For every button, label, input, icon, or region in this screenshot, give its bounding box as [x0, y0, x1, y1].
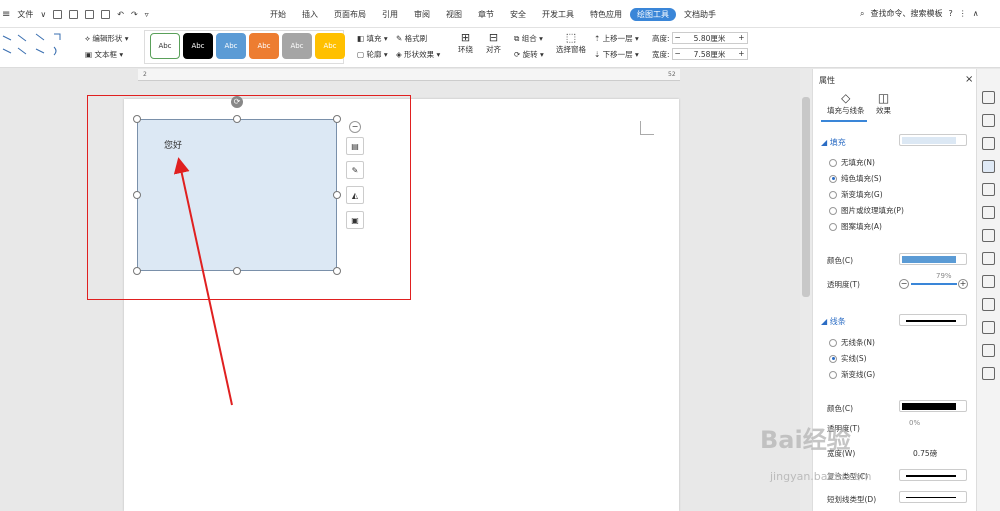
- archive-icon[interactable]: [982, 275, 995, 288]
- transparency-label: 透明度(T): [827, 280, 860, 289]
- edit-icon[interactable]: [982, 91, 995, 104]
- compound-dropdown[interactable]: [899, 469, 967, 481]
- line-color-swatch: [902, 403, 956, 410]
- radio-icon[interactable]: [829, 158, 837, 167]
- radio-icon[interactable]: [829, 206, 837, 215]
- plus-circle-icon[interactable]: +: [958, 279, 968, 289]
- star-icon[interactable]: [982, 206, 995, 219]
- tab-fill-line[interactable]: ◇ 填充与线条: [827, 91, 865, 116]
- minus-circle-icon[interactable]: −: [899, 279, 909, 289]
- line-option[interactable]: 渐变线(G): [829, 369, 875, 380]
- shape-style-preset[interactable]: Abc: [183, 33, 213, 59]
- line-style-dropdown[interactable]: [899, 314, 967, 326]
- dash-dropdown[interactable]: [899, 491, 967, 503]
- resize-handle[interactable]: [133, 191, 141, 199]
- close-icon[interactable]: ×: [965, 74, 973, 85]
- fill-color-swatch: [902, 137, 956, 144]
- image-icon[interactable]: [982, 298, 995, 311]
- active-tab-underline: [821, 120, 867, 122]
- radio-icon[interactable]: [829, 222, 837, 231]
- radio-icon[interactable]: [829, 338, 837, 347]
- settings-icon[interactable]: [982, 160, 995, 173]
- transparency-slider[interactable]: [911, 283, 957, 285]
- shape-style-preset[interactable]: Abc: [315, 33, 345, 59]
- resize-handle[interactable]: [333, 191, 341, 199]
- tab-effect[interactable]: ◫ 效果: [876, 91, 891, 116]
- color-swatch: [902, 256, 956, 263]
- shapes-icon[interactable]: [982, 137, 995, 150]
- resize-handle[interactable]: [233, 115, 241, 123]
- panel-title: 属性: [819, 76, 835, 85]
- shape-style-preset[interactable]: Abc: [150, 33, 180, 59]
- fill-option[interactable]: 渐变填充(G): [829, 189, 883, 200]
- history-icon[interactable]: [982, 344, 995, 357]
- shield-icon[interactable]: [982, 321, 995, 334]
- dash-label: 短划线类型(D): [827, 495, 877, 504]
- line-option[interactable]: 实线(S): [829, 353, 867, 364]
- color-label: 颜色(C): [827, 256, 854, 265]
- line-section-header[interactable]: ◢ 线条: [821, 316, 846, 327]
- resize-handle[interactable]: [133, 115, 141, 123]
- radio-icon[interactable]: [829, 354, 837, 363]
- color-dropdown[interactable]: [899, 253, 967, 265]
- share-icon[interactable]: [982, 229, 995, 242]
- resize-handle[interactable]: [133, 267, 141, 275]
- fill-color-dropdown[interactable]: [899, 134, 967, 146]
- resize-handle[interactable]: [333, 267, 341, 275]
- line-color-label: 颜色(C): [827, 404, 854, 413]
- transparency-value: 79%: [936, 272, 952, 280]
- fill-option[interactable]: 图案填充(A): [829, 221, 882, 232]
- clipboard-icon[interactable]: [982, 183, 995, 196]
- resize-handle[interactable]: [333, 115, 341, 123]
- scroll-thumb[interactable]: [802, 97, 810, 297]
- radio-icon[interactable]: [829, 174, 837, 183]
- resize-handle[interactable]: [233, 267, 241, 275]
- watermark-logo: Bai经验: [760, 426, 851, 454]
- radio-icon[interactable]: [829, 370, 837, 379]
- fill-option[interactable]: 纯色填充(S): [829, 173, 882, 184]
- grid-icon[interactable]: [982, 252, 995, 265]
- watermark-url: jingyan.baidu.com: [770, 470, 872, 483]
- fill-section-header[interactable]: ◢ 填充: [821, 137, 846, 148]
- line-width-value[interactable]: 0.75磅: [913, 448, 937, 459]
- line-option[interactable]: 无线条(N): [829, 337, 875, 348]
- shape-style-preset[interactable]: Abc: [249, 33, 279, 59]
- line-color-dropdown[interactable]: [899, 400, 967, 412]
- shape-style-preset[interactable]: Abc: [216, 33, 246, 59]
- fill-option[interactable]: 图片或纹理填充(P): [829, 205, 904, 216]
- cursor-icon[interactable]: [982, 114, 995, 127]
- help-icon[interactable]: [982, 367, 995, 380]
- right-toolbar: [976, 69, 1000, 511]
- radio-icon[interactable]: [829, 190, 837, 199]
- arrow-to-text: [173, 157, 233, 406]
- shape-style-preset[interactable]: Abc: [282, 33, 312, 59]
- fill-option[interactable]: 无填充(N): [829, 157, 875, 168]
- line-transparency-value: 0%: [909, 419, 921, 427]
